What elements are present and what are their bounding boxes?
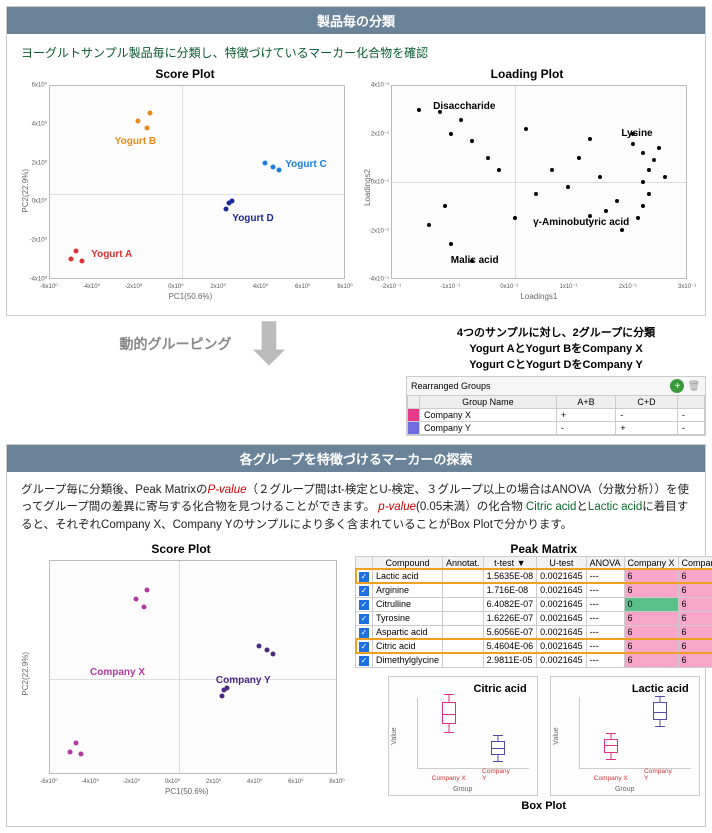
- add-group-button[interactable]: +: [670, 379, 684, 393]
- axis-y: PC2(22.9%): [21, 652, 30, 696]
- axis-x: Loadings1: [520, 292, 557, 301]
- score-plot-title: Score Plot: [21, 67, 349, 81]
- rearranged-title: Rearranged Groups: [411, 381, 491, 391]
- panel-products: 製品毎の分類 ヨーグルトサンプル製品毎に分類し、特徴づけているマーカー化合物を確…: [6, 6, 706, 316]
- grouping-caption: 4つのサンプルに対し、2グループに分類 Yogurt AとYogurt BをCo…: [406, 324, 706, 372]
- axis-y: PC2(22.9%): [21, 169, 30, 213]
- between-section: 動的グルーピング ⬇ 4つのサンプルに対し、2グループに分類 Yogurt Aと…: [6, 324, 706, 436]
- panel2-paragraph: グループ毎に分類後、Peak MatrixのP-value（２グループ間はt-検…: [21, 482, 691, 534]
- loading-plot: Loadings2 Disaccharide Lysine γ-Aminobut…: [363, 81, 691, 301]
- table-row[interactable]: Company Y - + -: [408, 422, 705, 435]
- box-plot-caption: Box Plot: [355, 800, 712, 812]
- table-row[interactable]: ✓Citrulline6.4082E-070.0021645---06: [356, 597, 712, 611]
- label-company-y: Company Y: [216, 675, 271, 686]
- panel-markers: 各グループを特徴づけるマーカーの探索 グループ毎に分類後、Peak Matrix…: [6, 444, 706, 827]
- label-gaba: γ-Aminobutyric acid: [533, 217, 629, 228]
- rearranged-groups-table: Group Name A+B C+D Company X + - - Compa…: [407, 395, 705, 435]
- panel2-title: 各グループを特徴づけるマーカーの探索: [7, 445, 705, 472]
- label-yogurt-a: Yogurt A: [91, 249, 132, 260]
- table-row[interactable]: ✓Dimethylglycine2.9811E-050.0021645---66: [356, 653, 712, 667]
- dynamic-grouping-label: 動的グルーピング: [120, 334, 232, 354]
- panel1-body: ヨーグルトサンプル製品毎に分類し、特徴づけているマーカー化合物を確認 Score…: [7, 34, 705, 315]
- axis-y: Loadings2: [363, 169, 372, 206]
- table-row[interactable]: ✓Tyrosine1.6226E-070.0021645---66: [356, 611, 712, 625]
- label-malic: Malic acid: [451, 255, 499, 266]
- loading-plot-title: Loading Plot: [363, 67, 691, 81]
- score-plot-2-title: Score Plot: [21, 542, 341, 556]
- table-row[interactable]: Company X + - -: [408, 409, 705, 422]
- table-row[interactable]: ✓Lactic acid1.5635E-080.0021645---66: [356, 569, 712, 583]
- box-plots: Citric acid Value: [355, 676, 712, 796]
- axis-x: PC1(50.6%): [169, 292, 213, 301]
- panel1-title: 製品毎の分類: [7, 7, 705, 34]
- label-yogurt-d: Yogurt D: [232, 213, 273, 224]
- axis-x: PC1(50.6%): [165, 787, 209, 796]
- score-plot-2: PC2(22.9%) Company X: [21, 556, 341, 796]
- delete-group-button[interactable]: 🗑: [687, 379, 701, 393]
- label-lysine: Lysine: [621, 128, 652, 139]
- boxplot-citric: Citric acid Value: [388, 676, 538, 796]
- boxplot-lactic: Lactic acid Value: [550, 676, 700, 796]
- rearranged-groups-panel: Rearranged Groups + 🗑 Group Name A+B C+D…: [406, 376, 706, 436]
- down-arrow-icon: ⬇: [246, 324, 293, 363]
- label-yogurt-b: Yogurt B: [115, 136, 156, 147]
- table-row[interactable]: ✓Aspartic acid5.6056E-070.0021645---66: [356, 625, 712, 639]
- peak-matrix-table[interactable]: CompoundAnnotat.t-test ▼U-testANOVACompa…: [355, 556, 712, 668]
- label-company-x: Company X: [90, 667, 145, 678]
- label-yogurt-c: Yogurt C: [285, 159, 326, 170]
- label-disaccharide: Disaccharide: [433, 101, 495, 112]
- table-row[interactable]: ✓Arginine1.716E-080.0021645---66: [356, 583, 712, 597]
- table-row[interactable]: ✓Citric acid5.4604E-060.0021645---66: [356, 639, 712, 653]
- score-plot-1: PC2(22.9%) Yogurt B Yogurt C: [21, 81, 349, 301]
- panel1-intro: ヨーグルトサンプル製品毎に分類し、特徴づけているマーカー化合物を確認: [21, 44, 691, 61]
- peak-matrix-title: Peak Matrix: [355, 542, 712, 556]
